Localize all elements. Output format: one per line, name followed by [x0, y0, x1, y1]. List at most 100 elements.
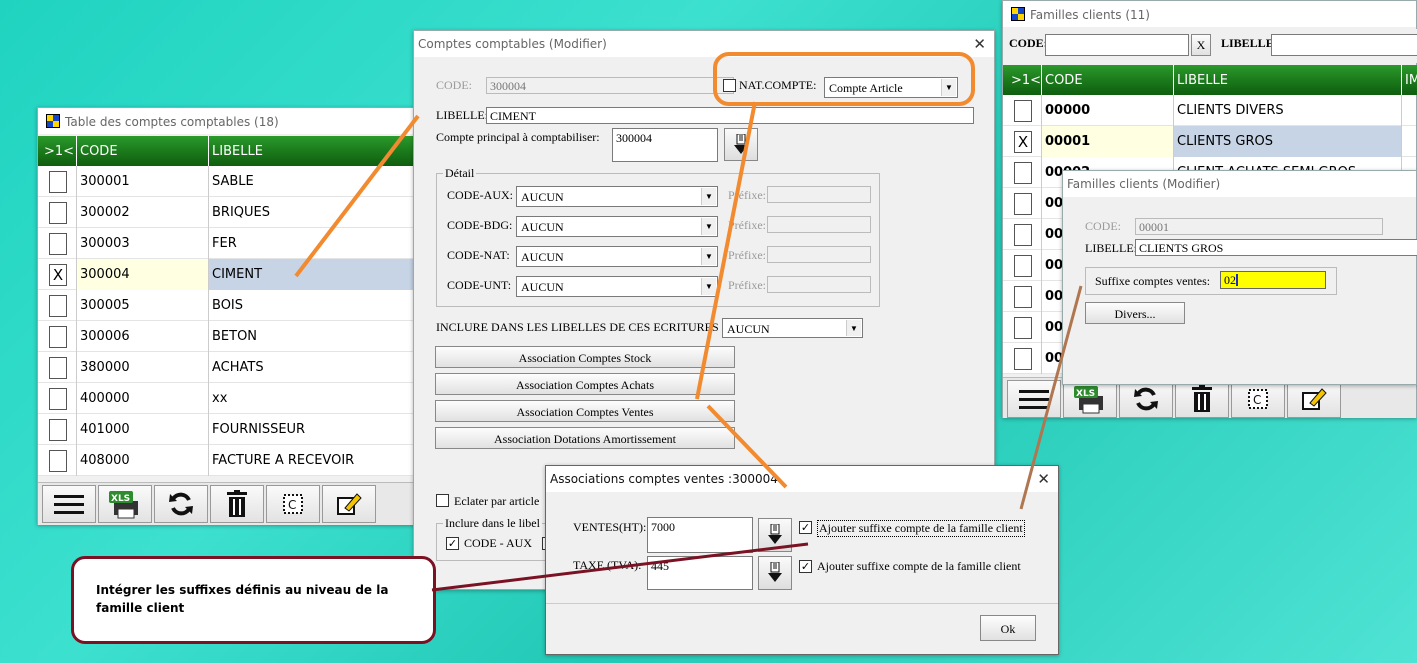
divers-button[interactable]: Divers... — [1085, 302, 1185, 324]
col-code-header[interactable]: CODE — [1045, 73, 1083, 88]
code-field: 300004 — [486, 77, 734, 94]
row-checkbox[interactable] — [49, 171, 67, 193]
code-aux-checkbox[interactable]: ✓ — [446, 537, 459, 550]
table-row[interactable]: 300002 BRIQUES — [38, 197, 416, 228]
menu-button[interactable] — [1007, 380, 1061, 418]
table-row[interactable]: X 300004 CIMENT — [38, 259, 416, 290]
row-checkbox[interactable]: X — [1014, 131, 1032, 153]
assoc-ventes-button[interactable]: Association Comptes Ventes — [435, 400, 735, 422]
nat-compte-select[interactable]: Compte Article ▼ — [824, 77, 958, 98]
table-row[interactable]: 380000 ACHATS — [38, 352, 416, 383]
col-libelle-header[interactable]: LIBELLE — [212, 144, 263, 159]
table-row[interactable]: 400000 xx — [38, 383, 416, 414]
row-checkbox[interactable] — [1014, 224, 1032, 246]
ventes-field[interactable]: 7000 — [647, 517, 753, 553]
code-filter-input[interactable] — [1045, 34, 1189, 56]
row-code: 380000 — [80, 360, 130, 375]
row-checkbox[interactable] — [1014, 348, 1032, 370]
ajouter-suffixe-ventes-checkbox[interactable]: ✓ — [799, 521, 812, 534]
table-row[interactable]: 401000 FOURNISSEUR — [38, 414, 416, 445]
taxe-picker[interactable] — [758, 556, 792, 590]
column-divider — [76, 197, 77, 228]
menu-button[interactable] — [42, 485, 96, 523]
row-libelle: BETON — [212, 329, 258, 344]
delete-button[interactable] — [210, 485, 264, 523]
eclater-checkbox[interactable] — [436, 494, 449, 507]
table-row[interactable]: 300001 SABLE — [38, 166, 416, 197]
suffixe-field[interactable]: 02 — [1220, 271, 1326, 289]
table-row[interactable]: 300006 BETON — [38, 321, 416, 352]
col-code-header[interactable]: CODE — [80, 144, 118, 159]
compte-principal-picker[interactable] — [724, 128, 758, 161]
column-divider — [76, 383, 77, 414]
ventes-picker[interactable] — [758, 518, 792, 552]
ok-button[interactable]: Ok — [980, 615, 1036, 641]
close-icon[interactable]: ✕ — [973, 35, 986, 53]
ajouter-suffixe-taxe-checkbox[interactable]: ✓ — [799, 560, 812, 573]
taxe-field[interactable]: 445 — [647, 556, 753, 590]
row-code: 300005 — [80, 298, 130, 313]
libelle-label: LIBELLE: — [436, 108, 488, 122]
row-checkbox[interactable] — [1014, 100, 1032, 122]
column-divider — [208, 383, 209, 414]
excel-export-button[interactable]: XLS — [1063, 380, 1117, 418]
refresh-button[interactable] — [154, 485, 208, 523]
libelle-field[interactable]: CIMENT — [486, 107, 974, 124]
libelle-field[interactable]: CLIENTS GROS — [1135, 239, 1417, 256]
detail-code-value: AUCUN — [521, 190, 564, 204]
excel-export-button[interactable]: XLS — [98, 485, 152, 523]
detail-code-select[interactable]: AUCUN ▼ — [516, 246, 718, 267]
copy-button[interactable]: C — [266, 485, 320, 523]
row-checkbox[interactable] — [1014, 317, 1032, 339]
copy-button[interactable]: C — [1231, 380, 1285, 418]
table-row[interactable]: 300005 BOIS — [38, 290, 416, 321]
libelle-filter-input[interactable] — [1271, 34, 1417, 56]
assoc-dotations-button[interactable]: Association Dotations Amortissement — [435, 427, 735, 449]
edit-button[interactable] — [1287, 380, 1341, 418]
detail-code-select[interactable]: AUCUN ▼ — [516, 216, 718, 237]
table-row[interactable]: 408000 FACTURE A RECEVOIR — [38, 445, 416, 476]
table-row[interactable]: 300003 FER — [38, 228, 416, 259]
clear-filter-button[interactable]: X — [1191, 34, 1211, 56]
edit-button[interactable] — [322, 485, 376, 523]
col-libelle-header[interactable]: LIBELLE — [1177, 73, 1228, 88]
row-checkbox[interactable] — [1014, 286, 1032, 308]
row-checkbox[interactable] — [49, 388, 67, 410]
row-checkbox[interactable] — [1014, 162, 1032, 184]
prefixe-field — [767, 246, 871, 263]
inclure-select[interactable]: AUCUN ▼ — [722, 318, 863, 338]
delete-button[interactable] — [1175, 380, 1229, 418]
chevron-down-icon: ▼ — [846, 320, 861, 336]
table-comptes-toolbar: XLS C — [38, 482, 416, 525]
row-checkbox[interactable] — [49, 357, 67, 379]
col-im-header[interactable]: IM — [1405, 73, 1417, 88]
row-checkbox[interactable] — [1014, 255, 1032, 277]
inclure-libel-title: Inclure dans le libel — [443, 516, 542, 531]
detail-code-select[interactable]: AUCUN ▼ — [516, 276, 718, 297]
row-checkbox[interactable] — [49, 202, 67, 224]
list-picker-icon — [734, 133, 748, 154]
table-row[interactable]: 00000 CLIENTS DIVERS — [1003, 95, 1416, 126]
nat-compte-checkbox[interactable] — [723, 79, 736, 92]
table-row[interactable]: X 00001 CLIENTS GROS — [1003, 126, 1416, 157]
window-title: Comptes comptables (Modifier) — [418, 37, 607, 51]
assoc-achats-button[interactable]: Association Comptes Achats — [435, 373, 735, 395]
excel-export-icon: XLS — [1074, 386, 1103, 414]
col-select-header[interactable]: >1< — [1011, 73, 1041, 88]
column-divider — [1041, 188, 1042, 219]
row-checkbox[interactable] — [1014, 193, 1032, 215]
row-checkbox[interactable] — [49, 326, 67, 348]
detail-code-select[interactable]: AUCUN ▼ — [516, 186, 718, 207]
assoc-stock-button[interactable]: Association Comptes Stock — [435, 346, 735, 368]
row-checkbox[interactable] — [49, 419, 67, 441]
close-icon[interactable]: ✕ — [1037, 470, 1050, 488]
refresh-button[interactable] — [1119, 380, 1173, 418]
compte-principal-field[interactable]: 300004 — [612, 128, 718, 162]
row-checkbox[interactable] — [49, 233, 67, 255]
row-checkbox[interactable] — [49, 295, 67, 317]
row-libelle: CLIENTS DIVERS — [1177, 103, 1284, 118]
row-checkbox[interactable] — [49, 450, 67, 472]
ajouter-suffixe-ventes-label: Ajouter suffixe compte de la famille cli… — [817, 520, 1025, 537]
row-checkbox[interactable]: X — [49, 264, 67, 286]
col-select-header[interactable]: >1< — [44, 144, 74, 159]
